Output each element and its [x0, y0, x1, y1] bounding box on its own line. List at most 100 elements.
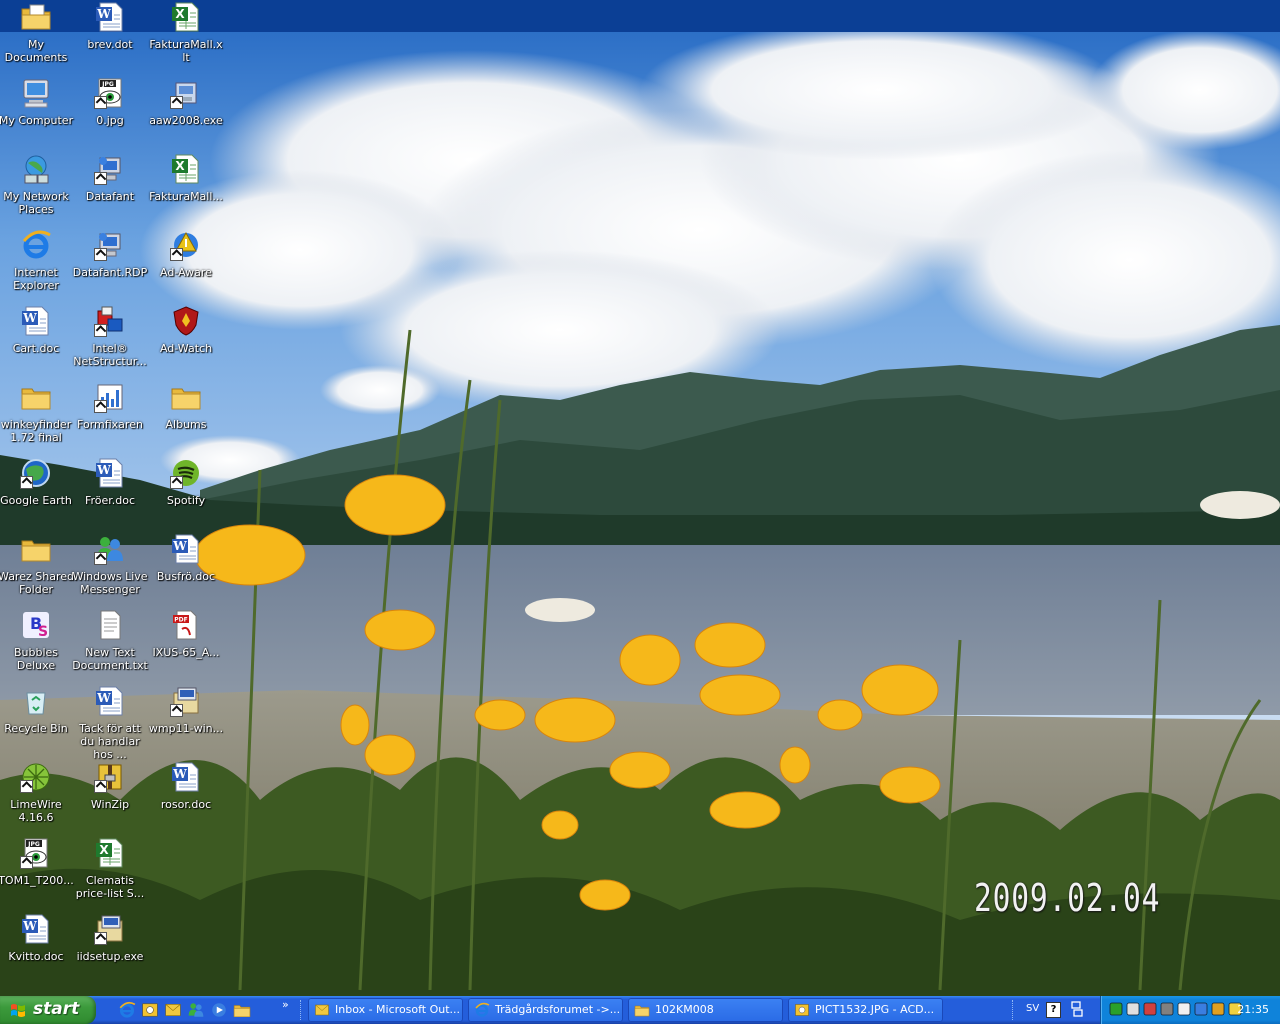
desktop-icon[interactable]: Windows Live Messenger [72, 533, 148, 605]
shortcut-arrow-icon [170, 476, 183, 489]
computer-icon [20, 77, 52, 109]
winamp-icon[interactable] [1211, 1002, 1225, 1016]
desktop-icon[interactable]: LimeWire 4.16.6 [0, 761, 74, 833]
svg-text:JPG: JPG [101, 81, 114, 88]
svg-text:W: W [96, 463, 111, 477]
desktop-icon[interactable]: W Kvitto.doc [0, 913, 74, 985]
desktop-icon[interactable]: Datafant.RDP [72, 229, 148, 301]
desktop-icon[interactable]: WinZip [72, 761, 148, 833]
desktop-icon-label: Internet Explorer [13, 266, 59, 292]
desktop-icon[interactable]: Wrosor.doc [148, 761, 224, 833]
outlook-icon[interactable] [164, 1001, 182, 1019]
excel-icon: X [170, 1, 202, 33]
shortcut-arrow-icon [94, 780, 107, 793]
desktop-icon[interactable]: winkeyfinder 1.72 final [0, 381, 74, 453]
security-icon[interactable] [1143, 1002, 1157, 1016]
language-indicator[interactable]: SV [1026, 1003, 1039, 1014]
desktop-icon[interactable]: W Tack för att du handlar hos ... [72, 685, 148, 761]
desktop-icon[interactable]: Internet Explorer [0, 229, 74, 301]
word-doc-icon: W [20, 913, 52, 945]
bubbles-icon: BS [20, 609, 52, 641]
network-icon[interactable] [1126, 1002, 1140, 1016]
desktop-icon[interactable]: B S Bubbles Deluxe [0, 609, 74, 681]
desktop-icon[interactable]: X FakturaMall... [148, 153, 224, 225]
shortcut-arrow-icon [20, 780, 33, 793]
desktop-icon[interactable]: Ad-Aware [148, 229, 224, 301]
desktop-icon[interactable]: wmp11-win... [148, 685, 224, 757]
svg-text:W: W [96, 691, 111, 705]
desktop-icon-label: My Documents [4, 38, 68, 64]
shortcut-arrow-icon [94, 400, 107, 413]
desktop-icon[interactable]: X Clematis price-list S... [72, 837, 148, 909]
shortcut-arrow-icon [170, 248, 183, 261]
desktop-icon[interactable]: aaw2008.exe [148, 77, 224, 149]
shortcut-arrow-icon [170, 96, 183, 109]
ie-icon[interactable] [118, 1001, 136, 1019]
msn-m-icon[interactable] [1109, 1002, 1123, 1016]
desktop-icon-label: Intel® NetStructur... [73, 342, 147, 368]
taskbar-button[interactable]: Trädgårdsforumet ->... [468, 998, 623, 1022]
shortcut-arrow-icon [20, 856, 33, 869]
desktop-icon[interactable]: iidsetup.exe [72, 913, 148, 985]
quick-launch-overflow-button[interactable]: » [282, 998, 289, 1011]
installer-icon [170, 77, 202, 109]
desktop-icon[interactable]: W Fröer.doc [72, 457, 148, 529]
desktop-icon-label: aaw2008.exe [149, 114, 223, 127]
volume-icon[interactable] [1160, 1002, 1174, 1016]
acdsee-icon[interactable] [141, 1001, 159, 1019]
folder-icon [20, 381, 52, 413]
help-button[interactable]: ? [1046, 1002, 1061, 1018]
taskbar-separator [1012, 1000, 1015, 1020]
taskbar-button[interactable]: Inbox - Microsoft Out... [308, 998, 463, 1022]
desktop-icon[interactable]: Spotify [148, 457, 224, 529]
monitor-icon[interactable] [1177, 1002, 1191, 1016]
desktop-icon-label: Recycle Bin [4, 722, 68, 735]
shortcut-arrow-icon [94, 96, 107, 109]
desktop-icon[interactable]: Google Earth [0, 457, 74, 529]
adaware-icon [170, 229, 202, 261]
desktop-icon[interactable]: Formfixaren [72, 381, 148, 453]
desktop-icon[interactable]: JPG TOM1_T200... [0, 837, 74, 909]
svg-text:X: X [99, 843, 109, 857]
language-bar-restore-icon[interactable] [1070, 1000, 1084, 1018]
desktop-icon[interactable]: Warez Shared Folder [0, 533, 74, 605]
desktop-icon[interactable]: W Busfrö.doc [148, 533, 224, 605]
desktop-icon[interactable]: New Text Document.txt [72, 609, 148, 681]
desktop-icon[interactable]: PDF IXUS-65_A... [148, 609, 224, 681]
desktop-icon[interactable]: X FakturaMall.xlt [148, 1, 224, 73]
desktop-icon-label: Cart.doc [12, 342, 60, 355]
desktop-icon[interactable]: JPG 0.jpg [72, 77, 148, 149]
desktop-icon[interactable]: Datafant [72, 153, 148, 225]
jpg-viewer-icon: JPG [20, 837, 52, 869]
desktop-icon[interactable]: Albums [148, 381, 224, 453]
taskbar-button[interactable]: PICT1532.JPG - ACD... [788, 998, 943, 1022]
update-icon[interactable] [1194, 1002, 1208, 1016]
setup-icon [94, 913, 126, 945]
word-doc-icon: W [170, 533, 202, 565]
shield-icon [170, 305, 202, 337]
desktop-icon-label: rosor.doc [160, 798, 212, 811]
messenger-icon[interactable] [187, 1001, 205, 1019]
desktop-icon-label: FakturaMall... [149, 190, 223, 203]
remote-desktop-icon [94, 229, 126, 261]
desktop-icon[interactable]: W Cart.doc [0, 305, 74, 377]
desktop: My Documents Wbrev.dot X FakturaMall.xlt My … [0, 0, 1280, 996]
desktop-icon-label: Formfixaren [77, 418, 143, 431]
acdsee-icon [794, 1002, 810, 1018]
desktop-icon[interactable]: Wbrev.dot [72, 1, 148, 73]
clock[interactable]: 21:35 [1237, 1003, 1269, 1016]
start-button[interactable]: start [0, 996, 96, 1024]
desktop-icon[interactable]: Intel® NetStructur... [72, 305, 148, 377]
taskbar-button[interactable]: 102KM008 [628, 998, 783, 1022]
windows-media-icon[interactable] [210, 1001, 228, 1019]
desktop-icon[interactable]: Ad-Watch [148, 305, 224, 377]
desktop-icon[interactable]: My Computer [0, 77, 74, 149]
svg-text:X: X [175, 7, 185, 21]
desktop-icon-label: Ad-Aware [160, 266, 212, 279]
desktop-icon[interactable]: My Network Places [0, 153, 74, 225]
desktop-icon[interactable]: My Documents [0, 1, 74, 73]
excel-icon: X [94, 837, 126, 869]
folder-icon[interactable] [233, 1001, 251, 1019]
chart-app-icon [94, 381, 126, 413]
desktop-icon[interactable]: Recycle Bin [0, 685, 74, 757]
